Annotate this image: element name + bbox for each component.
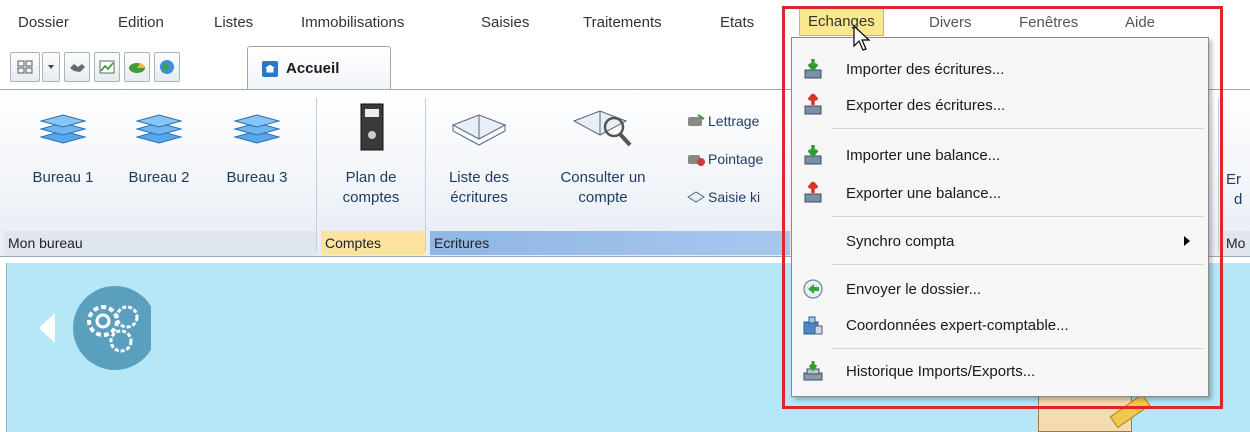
bureau-3-label: Bureau 3 [226,169,288,186]
plan-de-comptes-line1: Plan de [345,169,397,186]
plan-de-comptes-line2: comptes [342,189,400,206]
liste-des-ecritures-line2: écritures [450,189,508,206]
right-partial-button[interactable]: Er d [1226,170,1242,210]
bureau-2-button[interactable]: Bureau 2 [114,100,204,188]
pointage-label: Pointage [708,151,764,167]
mouse-cursor-icon [853,24,871,51]
lettrage-button[interactable]: Lettrage [686,108,759,134]
menu-saisies[interactable]: Saisies [477,12,533,34]
lettrage-label: Lettrage [708,113,760,129]
right-partial-line1: Er [1226,171,1241,188]
consulter-un-compte-line1: Consulter un [560,169,646,186]
menu-edition[interactable]: Edition [114,12,168,34]
history-icon [800,358,826,384]
menu-item-label: Importer une balance... [846,146,1001,164]
contact-icon [800,312,826,338]
blank-icon [800,228,826,254]
consulter-un-compte-line2: compte [578,189,628,206]
menu-item-label: Envoyer le dossier... [846,280,982,298]
menu-separator [832,348,1204,349]
bureau-1-button[interactable]: Bureau 1 [18,100,108,188]
book-magnifier-icon [540,100,666,154]
chevron-down-icon[interactable] [42,52,60,82]
menu-separator [832,128,1204,129]
bureau-2-label: Bureau 2 [128,169,190,186]
group-mon-bureau: Mon bureau [4,231,316,255]
group-separator [425,98,426,252]
menu-item-synchro-compta[interactable]: Synchro compta [794,224,1206,258]
right-partial-line2: d [1234,191,1243,208]
tab-accueil[interactable]: Accueil [247,46,391,90]
menu-item-historique[interactable]: Historique Imports/Exports... [794,354,1206,388]
menu-fenetres[interactable]: Fenêtres [1015,12,1082,34]
menubar: Dossier Edition Listes Immobilisations S… [0,0,1250,40]
menu-item-coordonnees-expert[interactable]: Coordonnées expert-comptable... [794,308,1206,342]
menu-item-envoyer-dossier[interactable]: Envoyer le dossier... [794,272,1206,306]
settings-gears-icon[interactable] [25,283,151,373]
menu-separator [832,264,1204,265]
layers-icon [114,100,204,154]
menu-item-label: Importer des écritures... [846,60,1005,78]
menu-traitements[interactable]: Traitements [579,12,666,34]
menu-item-label: Exporter une balance... [846,184,1002,202]
pointage-button[interactable]: Pointage [686,146,763,172]
consulter-un-compte-button[interactable]: Consulter un compte [540,100,666,208]
submenu-arrow-icon [1184,236,1190,246]
liste-des-ecritures-line1: Liste des [448,169,510,186]
home-icon [262,60,278,77]
menu-aide[interactable]: Aide [1121,12,1159,34]
saisie-icon [687,191,705,203]
layers-icon [212,100,302,154]
import-green-icon [800,56,826,82]
saisie-label: Saisie ki [708,189,761,205]
lettrage-icon [688,114,705,126]
export-red-icon [800,180,826,206]
grid-view-icon[interactable] [10,52,40,82]
bureau-3-button[interactable]: Bureau 3 [212,100,302,188]
echanges-dropdown-menu: Importer des écritures... Exporter des é… [791,37,1209,397]
globe-icon[interactable] [154,52,180,82]
export-red-icon [800,92,826,118]
menu-item-importer-ecritures[interactable]: Importer des écritures... [794,52,1206,86]
tab-accueil-label: Accueil [286,60,340,77]
menu-dossier[interactable]: Dossier [14,12,73,34]
open-book-icon [434,100,524,154]
menu-item-label: Exporter des écritures... [846,96,1006,114]
binder-icon [326,100,416,154]
liste-des-ecritures-button[interactable]: Liste des écritures [434,100,524,208]
group-comptes: Comptes [321,231,425,255]
pointage-icon [688,155,705,166]
menu-listes[interactable]: Listes [210,12,257,34]
group-ecritures: Ecritures [430,231,790,255]
menu-divers[interactable]: Divers [925,12,976,34]
group-separator [1218,98,1219,252]
import-green-icon [800,142,826,168]
menu-item-exporter-balance[interactable]: Exporter une balance... [794,176,1206,210]
plan-de-comptes-button[interactable]: Plan de comptes [326,100,416,208]
send-icon [800,276,826,302]
menu-immobilisations[interactable]: Immobilisations [297,12,408,34]
menu-separator [832,216,1204,217]
group-right-partial: Mo [1222,231,1250,255]
menu-item-importer-balance[interactable]: Importer une balance... [794,138,1206,172]
group-separator [316,98,317,252]
pie-chart-icon[interactable] [124,52,150,82]
handshake-icon[interactable] [64,52,90,82]
menu-item-exporter-ecritures[interactable]: Exporter des écritures... [794,88,1206,122]
saisie-button[interactable]: Saisie ki [686,184,760,210]
layers-icon [18,100,108,154]
menu-etats[interactable]: Etats [716,12,758,34]
menu-item-label: Historique Imports/Exports... [846,362,1036,380]
chart-icon[interactable] [94,52,120,82]
menu-item-label: Coordonnées expert-comptable... [846,316,1069,334]
bureau-1-label: Bureau 1 [32,169,94,186]
menu-item-label: Synchro compta [846,232,955,250]
